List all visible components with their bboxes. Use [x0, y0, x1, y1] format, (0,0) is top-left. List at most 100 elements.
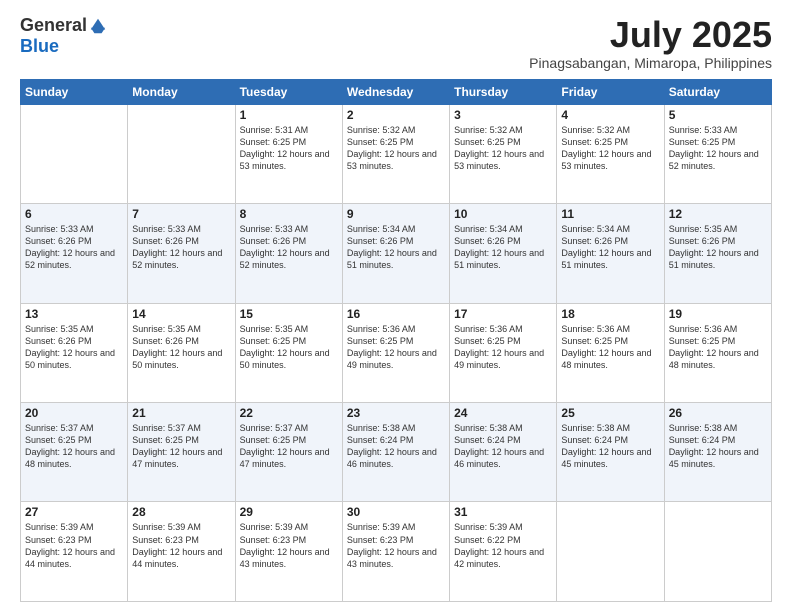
col-friday: Friday	[557, 79, 664, 104]
cell-sun-info: Sunrise: 5:39 AM Sunset: 6:22 PM Dayligh…	[454, 521, 552, 570]
calendar-week-row-2: 13 Sunrise: 5:35 AM Sunset: 6:26 PM Dayli…	[21, 303, 772, 402]
calendar-cell: 19 Sunrise: 5:36 AM Sunset: 6:25 PM Dayli…	[664, 303, 771, 402]
day-number: 26	[669, 406, 767, 420]
calendar-cell: 16 Sunrise: 5:36 AM Sunset: 6:25 PM Dayli…	[342, 303, 449, 402]
day-number: 30	[347, 505, 445, 519]
calendar-cell: 15 Sunrise: 5:35 AM Sunset: 6:25 PM Dayli…	[235, 303, 342, 402]
calendar-cell: 30 Sunrise: 5:39 AM Sunset: 6:23 PM Dayli…	[342, 502, 449, 602]
calendar-week-row-0: 1 Sunrise: 5:31 AM Sunset: 6:25 PM Daylig…	[21, 104, 772, 203]
cell-sun-info: Sunrise: 5:33 AM Sunset: 6:26 PM Dayligh…	[25, 223, 123, 272]
calendar-cell: 12 Sunrise: 5:35 AM Sunset: 6:26 PM Dayli…	[664, 204, 771, 303]
day-number: 23	[347, 406, 445, 420]
cell-sun-info: Sunrise: 5:36 AM Sunset: 6:25 PM Dayligh…	[347, 323, 445, 372]
calendar-cell: 3 Sunrise: 5:32 AM Sunset: 6:25 PM Daylig…	[450, 104, 557, 203]
calendar-cell: 8Sunrise: 5:33 AM Sunset: 6:26 PM Daylig…	[235, 204, 342, 303]
cell-sun-info: Sunrise: 5:33 AM Sunset: 6:25 PM Dayligh…	[669, 124, 767, 173]
calendar-week-row-3: 20 Sunrise: 5:37 AM Sunset: 6:25 PM Dayli…	[21, 403, 772, 502]
day-number: 8	[240, 207, 338, 221]
location: Pinagsabangan, Mimaropa, Philippines	[529, 55, 772, 71]
cell-sun-info: Sunrise: 5:32 AM Sunset: 6:25 PM Dayligh…	[347, 124, 445, 173]
calendar-cell: 4 Sunrise: 5:32 AM Sunset: 6:25 PM Daylig…	[557, 104, 664, 203]
day-number: 12	[669, 207, 767, 221]
cell-sun-info: Sunrise: 5:34 AM Sunset: 6:26 PM Dayligh…	[347, 223, 445, 272]
calendar-cell: 27Sunrise: 5:39 AM Sunset: 6:23 PM Dayli…	[21, 502, 128, 602]
day-number: 9	[347, 207, 445, 221]
cell-sun-info: Sunrise: 5:39 AM Sunset: 6:23 PM Dayligh…	[347, 521, 445, 570]
day-number: 11	[561, 207, 659, 221]
calendar-cell: 20 Sunrise: 5:37 AM Sunset: 6:25 PM Dayli…	[21, 403, 128, 502]
calendar-cell	[557, 502, 664, 602]
col-thursday: Thursday	[450, 79, 557, 104]
cell-sun-info: Sunrise: 5:31 AM Sunset: 6:25 PM Dayligh…	[240, 124, 338, 173]
day-number: 27	[25, 505, 123, 519]
calendar-cell	[664, 502, 771, 602]
day-number: 1	[240, 108, 338, 122]
cell-sun-info: Sunrise: 5:36 AM Sunset: 6:25 PM Dayligh…	[454, 323, 552, 372]
calendar-cell: 2 Sunrise: 5:32 AM Sunset: 6:25 PM Daylig…	[342, 104, 449, 203]
cell-sun-info: Sunrise: 5:34 AM Sunset: 6:26 PM Dayligh…	[454, 223, 552, 272]
calendar-cell	[21, 104, 128, 203]
day-number: 14	[132, 307, 230, 321]
day-number: 19	[669, 307, 767, 321]
day-number: 13	[25, 307, 123, 321]
cell-sun-info: Sunrise: 5:39 AM Sunset: 6:23 PM Dayligh…	[240, 521, 338, 570]
title-area: July 2025 Pinagsabangan, Mimaropa, Phili…	[529, 15, 772, 71]
day-number: 15	[240, 307, 338, 321]
calendar-cell: 10 Sunrise: 5:34 AM Sunset: 6:26 PM Dayli…	[450, 204, 557, 303]
calendar-cell: 17 Sunrise: 5:36 AM Sunset: 6:25 PM Dayli…	[450, 303, 557, 402]
calendar-week-row-1: 6 Sunrise: 5:33 AM Sunset: 6:26 PM Daylig…	[21, 204, 772, 303]
calendar-table: Sunday Monday Tuesday Wednesday Thursday…	[20, 79, 772, 602]
cell-sun-info: Sunrise: 5:38 AM Sunset: 6:24 PM Dayligh…	[347, 422, 445, 471]
cell-sun-info: Sunrise: 5:36 AM Sunset: 6:25 PM Dayligh…	[561, 323, 659, 372]
day-number: 31	[454, 505, 552, 519]
day-number: 24	[454, 406, 552, 420]
cell-sun-info: Sunrise: 5:35 AM Sunset: 6:26 PM Dayligh…	[25, 323, 123, 372]
cell-sun-info: Sunrise: 5:36 AM Sunset: 6:25 PM Dayligh…	[669, 323, 767, 372]
day-number: 2	[347, 108, 445, 122]
calendar-week-row-4: 27 Sunrise: 5:39 AM Sunset: 6:23 PM Dayli…	[21, 502, 772, 602]
calendar-cell: 11 Sunrise: 5:34 AM Sunset: 6:26 PM Dayli…	[557, 204, 664, 303]
day-number: 6	[25, 207, 123, 221]
month-title: July 2025	[529, 15, 772, 55]
day-number: 18	[561, 307, 659, 321]
cell-sun-info: Sunrise: 5:35 AM Sunset: 6:26 PM Dayligh…	[669, 223, 767, 272]
calendar-cell: 18 Sunrise: 5:36 AM Sunset: 6:25 PM Dayli…	[557, 303, 664, 402]
day-number: 16	[347, 307, 445, 321]
day-number: 4	[561, 108, 659, 122]
logo-icon	[89, 17, 107, 35]
calendar-cell: 21Sunrise: 5:37 AM Sunset: 6:25 PM Dayli…	[128, 403, 235, 502]
cell-sun-info: Sunrise: 5:37 AM Sunset: 6:25 PM Dayligh…	[240, 422, 338, 471]
cell-sun-info: Sunrise: 5:35 AM Sunset: 6:26 PM Dayligh…	[132, 323, 230, 372]
cell-sun-info: Sunrise: 5:37 AM Sunset: 6:25 PM Dayligh…	[25, 422, 123, 471]
calendar-cell: 24 Sunrise: 5:38 AM Sunset: 6:24 PM Dayli…	[450, 403, 557, 502]
calendar-cell: 14 Sunrise: 5:35 AM Sunset: 6:26 PM Dayli…	[128, 303, 235, 402]
day-number: 21	[132, 406, 230, 420]
day-number: 10	[454, 207, 552, 221]
calendar-cell: 29 Sunrise: 5:39 AM Sunset: 6:23 PM Dayli…	[235, 502, 342, 602]
calendar-cell: 6 Sunrise: 5:33 AM Sunset: 6:26 PM Daylig…	[21, 204, 128, 303]
day-number: 25	[561, 406, 659, 420]
day-number: 5	[669, 108, 767, 122]
day-number: 3	[454, 108, 552, 122]
day-number: 17	[454, 307, 552, 321]
cell-sun-info: Sunrise: 5:32 AM Sunset: 6:25 PM Dayligh…	[454, 124, 552, 173]
col-tuesday: Tuesday	[235, 79, 342, 104]
day-number: 7	[132, 207, 230, 221]
cell-sun-info: Sunrise: 5:32 AM Sunset: 6:25 PM Dayligh…	[561, 124, 659, 173]
cell-sun-info: Sunrise: 5:34 AM Sunset: 6:26 PM Dayligh…	[561, 223, 659, 272]
calendar-cell: 26 Sunrise: 5:38 AM Sunset: 6:24 PM Dayli…	[664, 403, 771, 502]
cell-sun-info: Sunrise: 5:38 AM Sunset: 6:24 PM Dayligh…	[454, 422, 552, 471]
cell-sun-info: Sunrise: 5:35 AM Sunset: 6:25 PM Dayligh…	[240, 323, 338, 372]
header: General Blue July 2025 Pinagsabangan, Mi…	[20, 15, 772, 71]
page: General Blue July 2025 Pinagsabangan, Mi…	[0, 0, 792, 612]
day-number: 28	[132, 505, 230, 519]
col-saturday: Saturday	[664, 79, 771, 104]
calendar-cell: 5 Sunrise: 5:33 AM Sunset: 6:25 PM Daylig…	[664, 104, 771, 203]
calendar-cell: 1 Sunrise: 5:31 AM Sunset: 6:25 PM Daylig…	[235, 104, 342, 203]
cell-sun-info: Sunrise: 5:33 AM Sunset: 6:26 PM Dayligh…	[132, 223, 230, 272]
day-number: 20	[25, 406, 123, 420]
cell-sun-info: Sunrise: 5:38 AM Sunset: 6:24 PM Dayligh…	[669, 422, 767, 471]
calendar-cell: 28Sunrise: 5:39 AM Sunset: 6:23 PM Dayli…	[128, 502, 235, 602]
day-number: 29	[240, 505, 338, 519]
calendar-cell: 23 Sunrise: 5:38 AM Sunset: 6:24 PM Dayli…	[342, 403, 449, 502]
